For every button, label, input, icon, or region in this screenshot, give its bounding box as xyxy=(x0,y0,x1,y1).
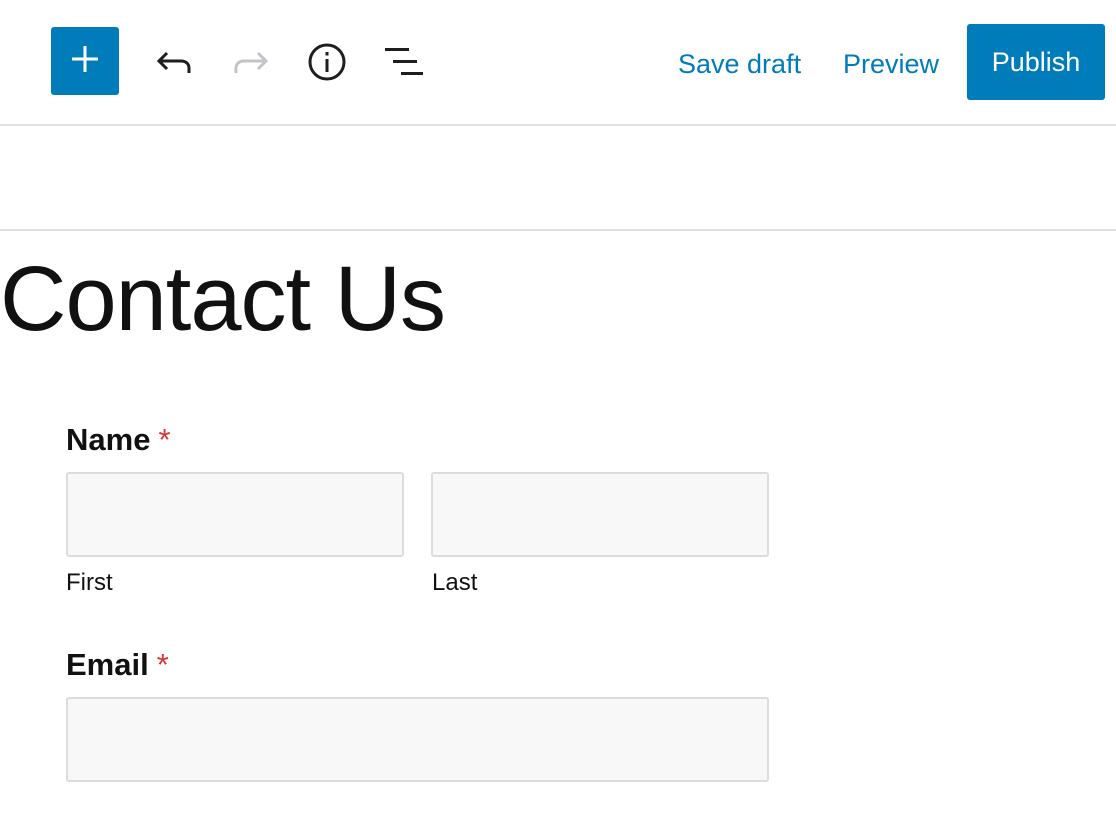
publish-button[interactable]: Publish xyxy=(967,24,1105,100)
redo-icon xyxy=(231,47,271,77)
email-label-text: Email xyxy=(66,647,149,682)
info-icon xyxy=(307,42,347,82)
email-required-mark: * xyxy=(156,647,169,682)
last-name-input[interactable] xyxy=(431,472,769,557)
name-label-text: Name xyxy=(66,422,151,457)
list-view-button[interactable] xyxy=(382,40,426,84)
save-draft-button[interactable]: Save draft xyxy=(678,42,801,86)
name-required-mark: * xyxy=(158,422,171,457)
undo-button[interactable] xyxy=(152,40,196,84)
name-field-label: Name * xyxy=(66,422,171,458)
first-name-input[interactable] xyxy=(66,472,404,557)
email-field-label: Email * xyxy=(66,647,169,683)
redo-button[interactable] xyxy=(229,40,273,84)
email-input[interactable] xyxy=(66,697,769,782)
block-inserter-button[interactable] xyxy=(51,27,119,95)
editor-page: Save draft Preview Publish Contact Us Na… xyxy=(0,0,1116,830)
details-button[interactable] xyxy=(305,40,349,84)
last-name-sublabel: Last xyxy=(432,569,478,596)
post-title[interactable]: Contact Us xyxy=(0,244,446,354)
undo-icon xyxy=(154,47,194,77)
preview-button[interactable]: Preview xyxy=(843,42,939,86)
editor-toolbar: Save draft Preview Publish xyxy=(0,0,1116,126)
plus-icon xyxy=(70,44,100,79)
content-divider xyxy=(0,229,1116,231)
first-name-sublabel: First xyxy=(66,569,113,596)
list-view-icon xyxy=(383,45,425,79)
